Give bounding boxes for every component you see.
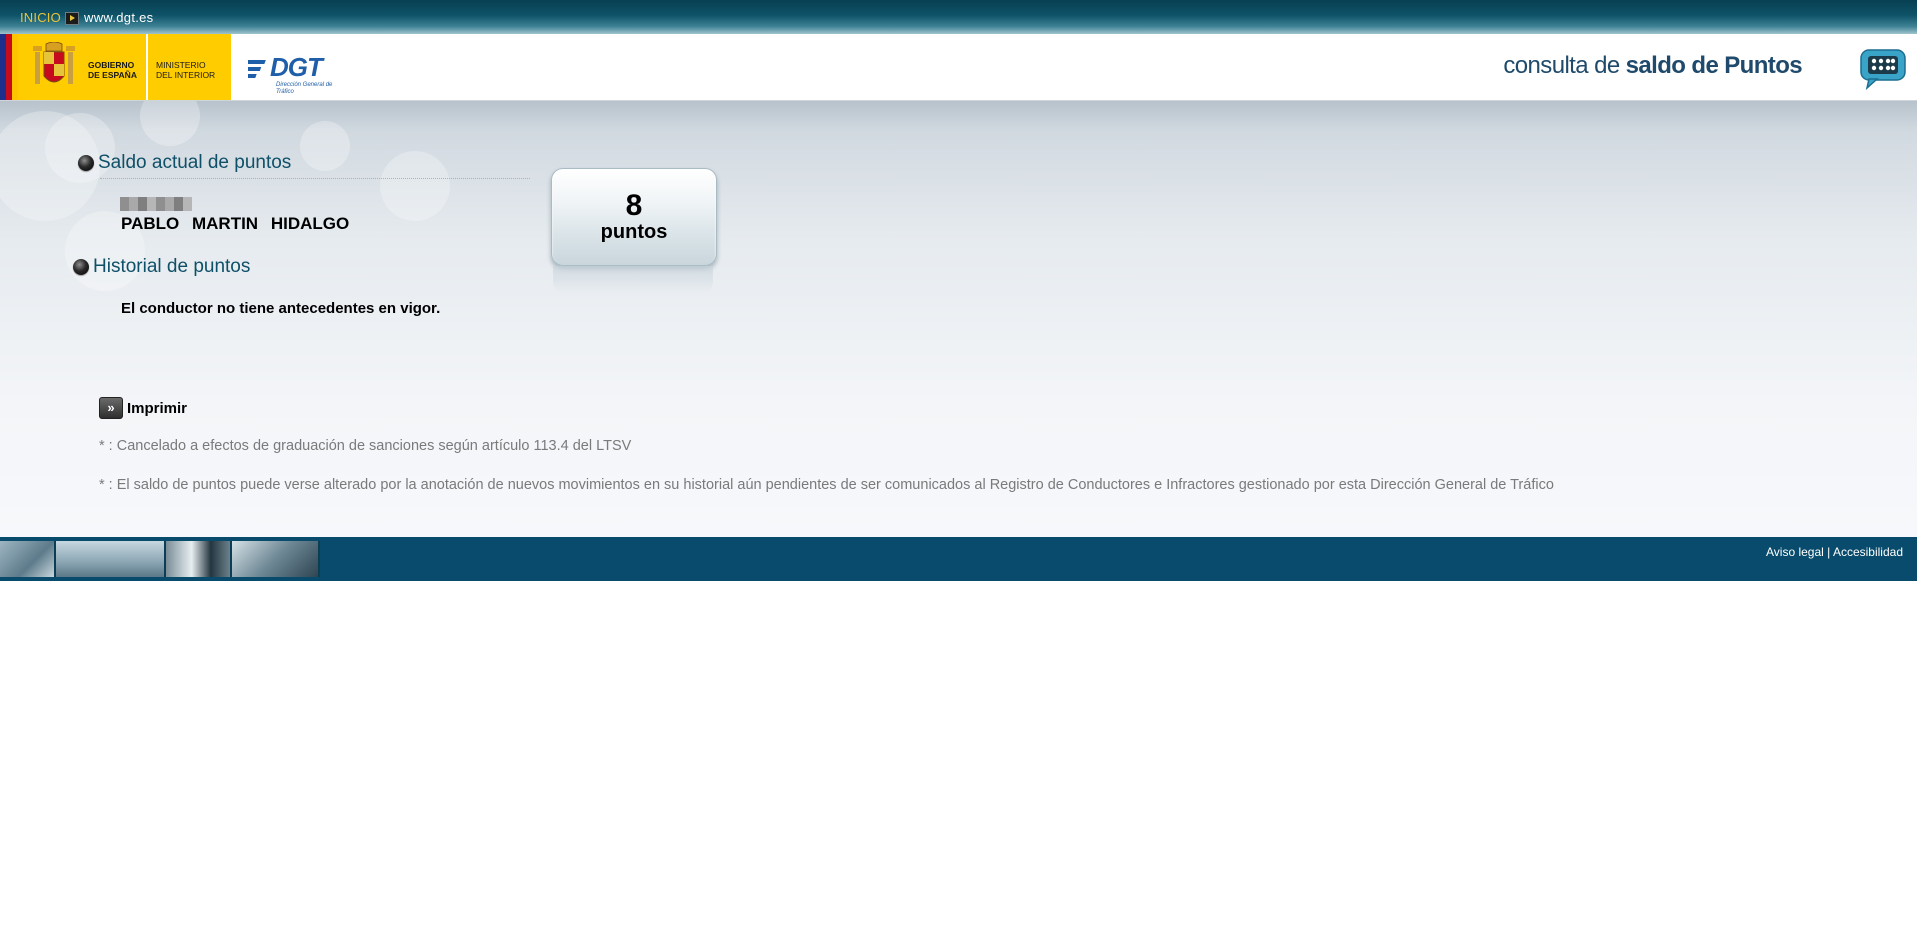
- footer-photo-strip: [0, 541, 320, 577]
- inicio-link[interactable]: INICIO: [20, 10, 61, 25]
- footer-photo: [56, 541, 166, 577]
- bullet-icon: [78, 155, 94, 171]
- saldo-section-title: Saldo actual de puntos: [78, 152, 291, 174]
- logo-divider: [146, 34, 148, 100]
- dgt-logo-subtitle: Dirección General de Tráfico: [276, 82, 333, 95]
- points-label: puntos: [600, 221, 668, 243]
- print-label: Imprimir: [127, 399, 188, 417]
- dgt-logo-text: DGT: [270, 52, 323, 82]
- arrow-right-icon: [65, 12, 79, 25]
- redacted-id: [120, 197, 192, 211]
- footer-photo: [166, 541, 232, 577]
- footer-photo: [232, 541, 320, 577]
- dotted-divider: [100, 178, 530, 179]
- points-balance-box: 8 puntos: [551, 168, 717, 266]
- background-bubble: [380, 151, 450, 221]
- second-surname: HIDALGO: [270, 214, 350, 233]
- brand-bold: saldo de Puntos: [1625, 52, 1803, 79]
- speech-bubble-keypad-icon: [1860, 49, 1906, 90]
- eu-spain-flag-strip: [0, 34, 18, 100]
- dgt-site-link[interactable]: www.dgt.es: [84, 10, 153, 25]
- background-bubble: [140, 101, 200, 146]
- header: GOBIERNO DE ESPAÑA MINISTERIO DEL INTERI…: [0, 34, 1917, 101]
- brand-prefix: consulta de: [1503, 52, 1620, 79]
- page-brand-title: consulta de saldo de Puntos: [1503, 52, 1802, 80]
- footer-photo: [0, 541, 56, 577]
- note-saldo-alterado: * : El saldo de puntos puede verse alter…: [99, 477, 1554, 493]
- double-chevron-right-icon: »: [99, 397, 123, 419]
- points-value: 8: [625, 189, 643, 222]
- background-bubble: [300, 121, 350, 171]
- saldo-title-text: Saldo actual de puntos: [98, 152, 292, 173]
- gobierno-text: GOBIERNO DE ESPAÑA: [88, 60, 137, 80]
- ministerio-text: MINISTERIO DEL INTERIOR: [156, 60, 216, 80]
- coat-of-arms-icon: [33, 42, 75, 84]
- note-cancelado: * : Cancelado a efectos de graduación de…: [99, 438, 632, 454]
- first-surname: MARTIN: [191, 214, 259, 233]
- government-logo[interactable]: GOBIERNO DE ESPAÑA MINISTERIO DEL INTERI…: [18, 34, 231, 100]
- footer-links: Aviso legal | Accesibilidad: [1766, 545, 1903, 559]
- bullet-icon: [73, 259, 89, 275]
- top-bar: INICIO www.dgt.es: [0, 0, 1917, 34]
- print-button[interactable]: » Imprimir: [99, 397, 187, 419]
- footer-separator: |: [1827, 545, 1831, 559]
- aviso-legal-link[interactable]: Aviso legal: [1766, 545, 1824, 559]
- historial-section-title: Historial de puntos: [73, 256, 250, 278]
- points-box-reflection: [553, 266, 713, 294]
- first-name: PABLO: [121, 214, 180, 233]
- no-history-message: El conductor no tiene antecedentes en vi…: [121, 300, 441, 317]
- driver-name: PABLO MARTIN HIDALGO: [121, 214, 357, 234]
- historial-title-text: Historial de puntos: [93, 256, 251, 277]
- footer: Aviso legal | Accesibilidad: [0, 537, 1917, 581]
- accesibilidad-link[interactable]: Accesibilidad: [1833, 545, 1903, 559]
